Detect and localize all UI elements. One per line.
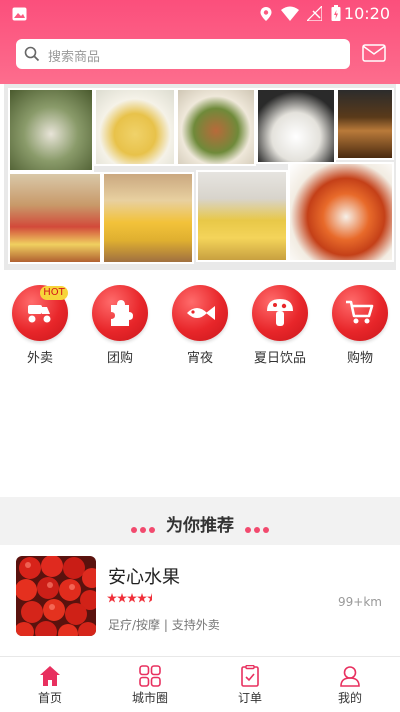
category-label: 团购 (106, 351, 133, 366)
battery-icon (331, 5, 341, 21)
category-takeout[interactable]: 外卖 (0, 285, 80, 366)
app-header: 10:20 搜索商品 (0, 0, 400, 84)
banner-photo-lobster (288, 162, 394, 262)
category-label: 购物 (346, 351, 373, 366)
banner-photo-hall-2 (102, 172, 194, 264)
status-time: 10:20 (343, 4, 390, 23)
tab-label: 我的 (337, 691, 362, 705)
shop-tags: 足疗/按摩 | 支持外卖 (108, 618, 220, 632)
tab-orders[interactable]: 订单 (200, 657, 300, 712)
banner-photo-platter (256, 88, 336, 164)
category-summer-drinks[interactable]: 夏日饮品 (240, 285, 320, 366)
image-icon (12, 7, 27, 21)
bottom-tab-bar: 首页 城市圈 订单 我的 (0, 656, 400, 712)
search-bar[interactable]: 搜索商品 (16, 39, 350, 69)
search-input[interactable]: 搜索商品 (48, 46, 100, 65)
banner-photo-seafood (8, 88, 94, 172)
tab-profile[interactable]: 我的 (300, 657, 400, 712)
user-icon (340, 666, 360, 687)
wifi-icon (281, 6, 299, 21)
home-icon (40, 666, 60, 686)
category-late-night[interactable]: 宵夜 (160, 285, 240, 366)
banner-photo-soup (94, 88, 176, 166)
tab-label: 订单 (237, 691, 262, 705)
mushroom-icon (252, 285, 308, 341)
grid-icon (139, 665, 161, 687)
banner-photo-hall-1 (8, 172, 102, 264)
category-label: 外卖 (26, 351, 53, 366)
status-bar: 10:20 (0, 0, 400, 28)
shop-name: 安心水果 (108, 567, 180, 588)
tab-label: 城市圈 (131, 691, 168, 705)
search-icon (24, 46, 40, 62)
location-icon (260, 7, 272, 21)
shop-distance: 99+km (338, 595, 382, 609)
tab-label: 首页 (37, 691, 62, 705)
no-signal-icon (307, 6, 322, 21)
tab-home[interactable]: 首页 (0, 657, 100, 712)
order-icon (241, 665, 259, 687)
banner-photo-hall-3 (196, 170, 288, 262)
rating-stars (107, 593, 157, 607)
list-item[interactable]: 安心水果 99+km 足疗/按摩 | 支持外卖 (0, 545, 400, 653)
category-shopping[interactable]: 购物 (320, 285, 400, 366)
shop-thumbnail (16, 556, 96, 636)
category-label: 宵夜 (186, 351, 213, 366)
section-title: 为你推荐 (166, 516, 234, 536)
category-label: 夏日饮品 (253, 351, 306, 366)
banner-photo-tarts (336, 88, 394, 160)
message-icon[interactable] (362, 44, 386, 62)
promo-banner[interactable] (4, 84, 396, 270)
fish-icon (172, 285, 228, 341)
tab-city-circle[interactable]: 城市圈 (100, 657, 200, 712)
banner-photo-abalone (176, 88, 256, 166)
decor-dots-right (245, 518, 272, 537)
star-rating-icon (107, 593, 152, 603)
puzzle-icon (92, 285, 148, 341)
category-group-buy[interactable]: 团购 (80, 285, 160, 366)
recommend-section-header: 为你推荐 (0, 497, 400, 545)
cart-icon (332, 285, 388, 341)
hot-badge: HOT (40, 286, 68, 300)
